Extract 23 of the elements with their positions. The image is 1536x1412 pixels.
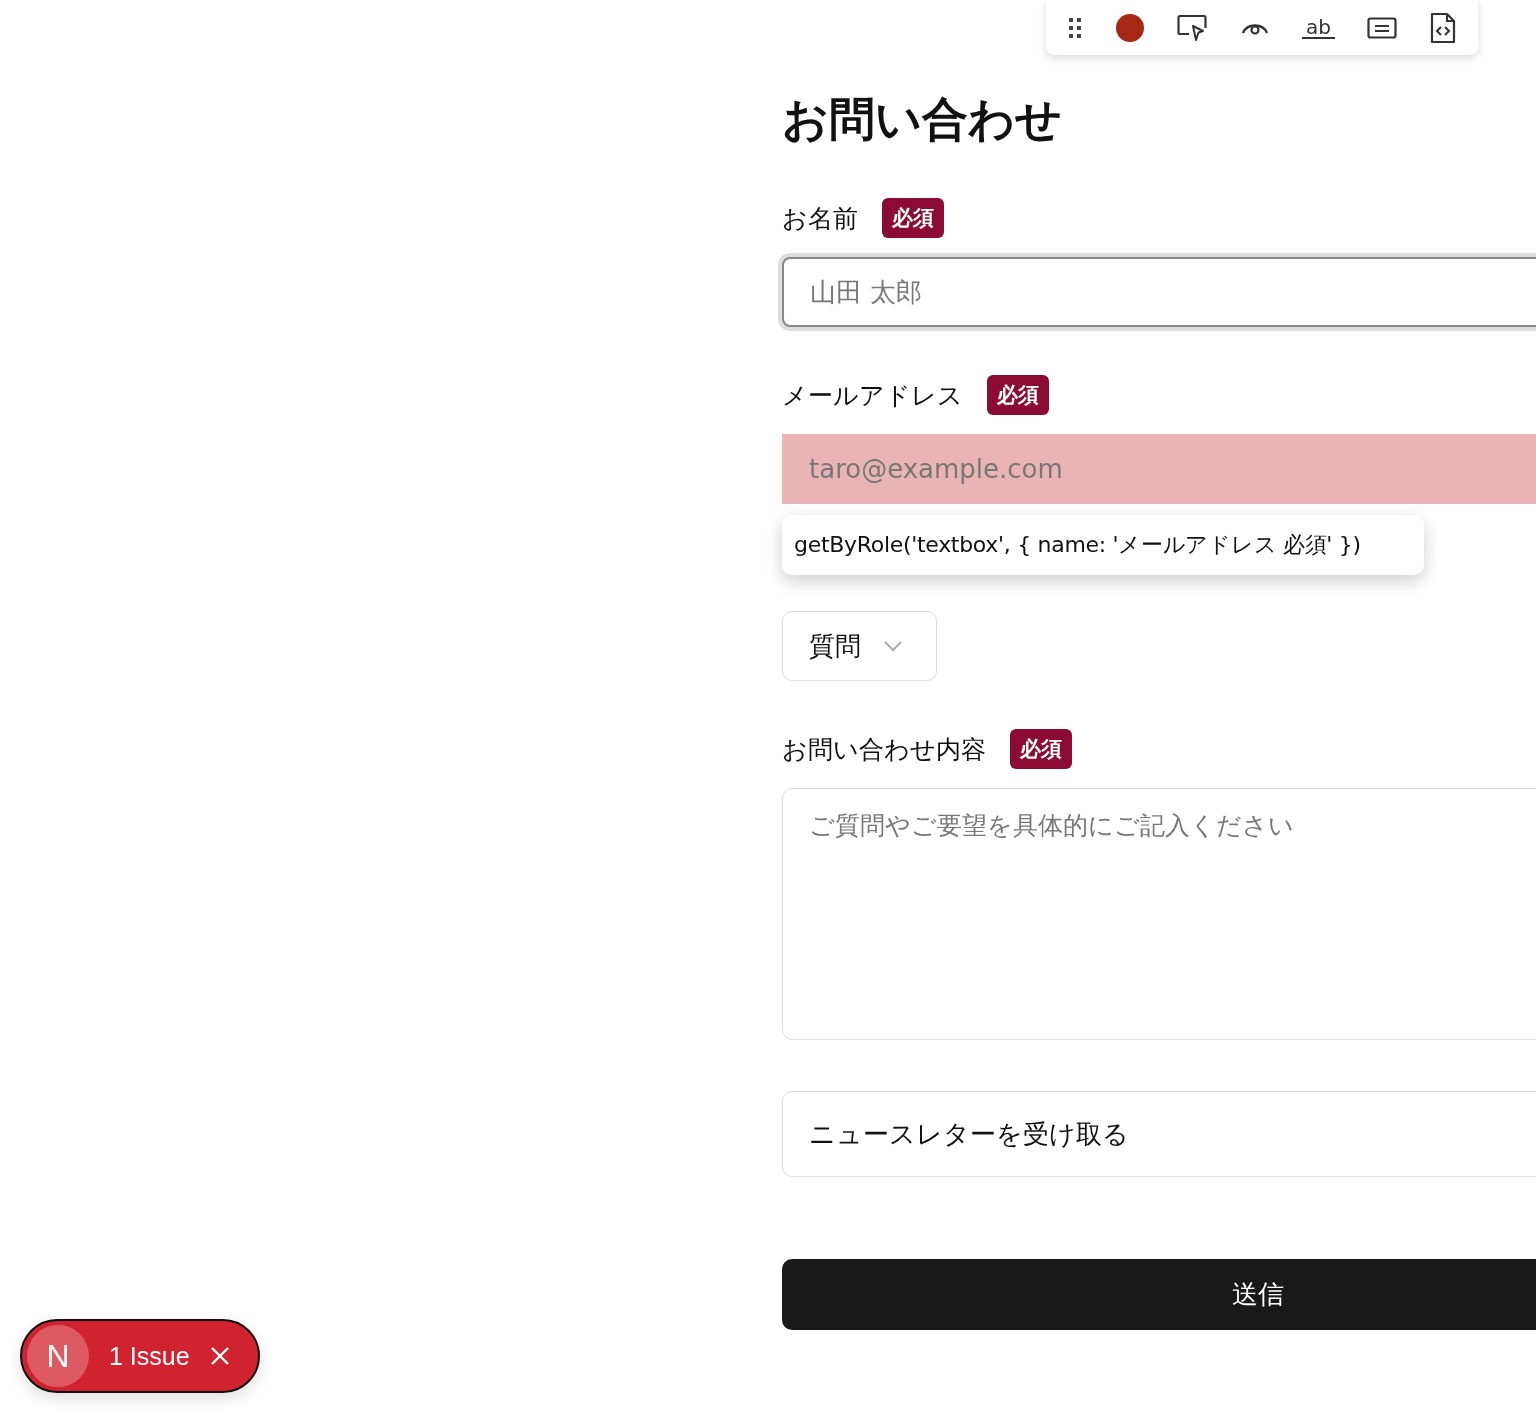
required-badge: 必須 (1010, 729, 1072, 769)
page-title: お問い合わせ (782, 91, 1063, 148)
select-dropdown[interactable]: 質問 (782, 611, 937, 681)
pick-locator-icon[interactable] (1177, 13, 1210, 42)
required-badge: 必須 (882, 198, 944, 238)
record-icon[interactable] (1114, 12, 1145, 43)
code-file-icon[interactable] (1429, 11, 1456, 44)
issues-button[interactable]: N 1 Issue (20, 1319, 260, 1393)
field-label: メールアドレス (782, 379, 963, 412)
locator-tooltip: getByRole('textbox', { name: 'メールアドレス 必須' }) (782, 515, 1424, 575)
field-label: お名前 (782, 202, 858, 235)
logo-badge: N (27, 1325, 89, 1387)
chevron-down-icon (883, 640, 903, 652)
text-field[interactable]: taro@example.com (782, 434, 1536, 504)
newsletter-option[interactable]: ニュースレターを受け取る (782, 1091, 1536, 1177)
text-box-icon[interactable] (1367, 16, 1398, 39)
submit-button[interactable]: 送信 (782, 1259, 1536, 1330)
close-icon[interactable] (209, 1346, 230, 1366)
required-badge: 必須 (987, 375, 1049, 415)
field-label: お問い合わせ内容 (782, 733, 986, 766)
drag-handle-icon[interactable] (1068, 16, 1083, 39)
message-textarea[interactable]: ご質問やご要望を具体的にご記入ください (782, 788, 1536, 1040)
text-field[interactable]: 山田 太郎 (782, 257, 1536, 327)
